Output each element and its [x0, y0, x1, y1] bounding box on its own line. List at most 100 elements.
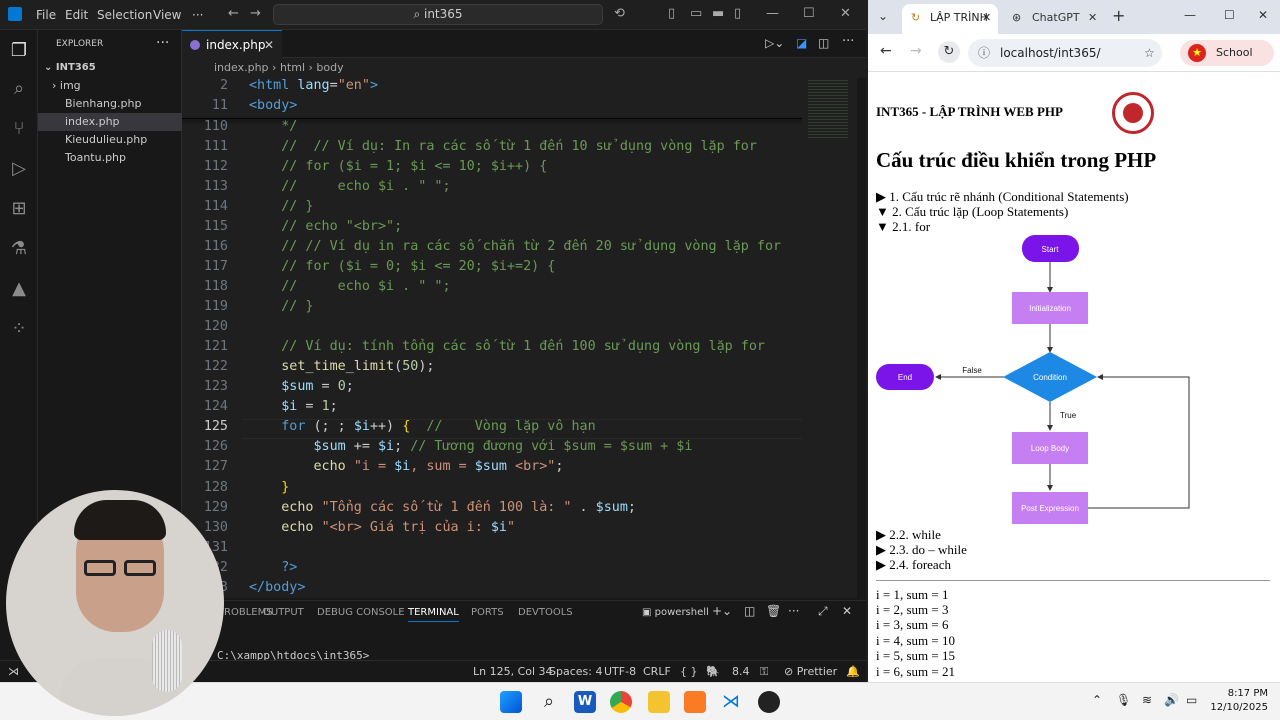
code-line[interactable]: // echo "<br>";	[249, 219, 402, 234]
extensions-icon[interactable]: ⊞	[8, 198, 30, 219]
key-icon[interactable]: ⚿	[760, 665, 768, 679]
line-ending[interactable]: CRLF	[643, 665, 671, 678]
code-line[interactable]: $sum = 0;	[249, 379, 354, 394]
tab-close-icon[interactable]: ✕	[264, 31, 274, 59]
code-line[interactable]: set_time_limit(50);	[249, 359, 434, 374]
split-editor-icon[interactable]: ◫	[818, 36, 829, 50]
close-panel-icon[interactable]: ✕	[842, 604, 852, 618]
show-hidden-icons-icon[interactable]: ⌃	[1092, 693, 1102, 707]
panel-tab-output[interactable]: OUTPUT	[263, 607, 304, 618]
tab-close-icon[interactable]: ✕	[1088, 4, 1097, 32]
tab-index-php[interactable]: index.php ✕	[182, 30, 282, 59]
code-line[interactable]: // echo $i . " ";	[249, 179, 450, 194]
menu-selection[interactable]: Selection	[97, 8, 152, 22]
minimap[interactable]	[802, 78, 857, 598]
encoding[interactable]: UTF-8	[604, 665, 636, 678]
address-bar[interactable]: ⓘ localhost/int365/ ☆	[968, 39, 1162, 67]
search-activity-icon[interactable]: ⌕	[8, 78, 30, 99]
code-editor[interactable]: 2 <html lang="en"> 11 <body> 110 */ 111 // //…	[182, 78, 802, 598]
project-folder[interactable]: ⌄ INT365	[38, 59, 182, 77]
file-explorer-icon[interactable]	[648, 691, 670, 713]
reload-icon[interactable]: ↻	[938, 41, 960, 63]
site-info-icon[interactable]: ⓘ	[978, 39, 990, 67]
more-views-icon[interactable]: ⁘	[8, 318, 30, 339]
panel-tab-devtools[interactable]: DEVTOOLS	[518, 607, 573, 618]
tree-item-bienhang[interactable]: Bienhang.php	[38, 95, 182, 113]
run-debug-icon[interactable]: ▷	[8, 158, 30, 179]
terminal-selector[interactable]: ▣ powershell	[642, 607, 709, 618]
notifications-icon[interactable]: 🔔	[846, 665, 860, 678]
testing-icon[interactable]: ⚗	[8, 238, 30, 259]
tab-chatgpt[interactable]: ⊛ ChatGPT ✕	[1008, 4, 1104, 32]
split-terminal-icon[interactable]: ◫	[744, 604, 755, 618]
menu-edit[interactable]: Edit	[65, 8, 88, 22]
forward-icon[interactable]: →	[910, 43, 922, 59]
minimize-icon[interactable]: —	[1184, 8, 1196, 22]
code-line[interactable]: // for ($i = 1; $i <= 10; $i++) {	[249, 159, 547, 174]
minimize-icon[interactable]: —	[766, 6, 779, 21]
prettier-status[interactable]: ⊘ Prettier	[784, 665, 837, 678]
tree-item-img[interactable]: › img	[38, 77, 182, 95]
toggle-sidebar-icon[interactable]: ▭	[690, 6, 702, 21]
details-loop[interactable]: ▼ 2. Cấu trúc lặp (Loop Statements)	[876, 204, 1068, 220]
new-terminal-icon[interactable]: +⌄	[712, 604, 732, 618]
code-line[interactable]: // for ($i = 0; $i <= 20; $i+=2) {	[249, 259, 555, 274]
wifi-icon[interactable]: ≋	[1142, 693, 1152, 707]
code-line[interactable]: $i = 1;	[249, 399, 337, 414]
details-while[interactable]: ▶ 2.2. while	[876, 527, 941, 543]
code-line[interactable]: }	[249, 480, 289, 495]
new-tab-icon[interactable]: +	[1112, 6, 1125, 25]
details-conditional[interactable]: ▶ 1. Cấu trúc rẽ nhánh (Conditional Stat…	[876, 189, 1129, 205]
layout-icon[interactable]: ▯	[668, 6, 675, 21]
code-line[interactable]: echo "<br> Giá trị của i: $i"	[249, 520, 515, 535]
xampp-icon[interactable]	[684, 691, 706, 713]
forward-arrow-icon[interactable]: →	[250, 6, 261, 21]
bookmark-star-icon[interactable]: ☆	[1144, 39, 1155, 67]
menu-view[interactable]: View	[153, 8, 181, 22]
breadcrumb-file[interactable]: index.php	[214, 61, 269, 74]
code-line[interactable]: // // Ví dụ: In ra các số từ 1 đến 10 sử…	[249, 139, 757, 154]
tree-item-kieudulieu[interactable]: Kieudulieu.php	[38, 131, 182, 149]
sticky-code-line[interactable]: <body>	[249, 98, 297, 113]
maximize-panel-icon[interactable]: ⤢	[818, 604, 828, 619]
tab-search-icon[interactable]: ⌄	[878, 9, 888, 23]
maximize-icon[interactable]: ☐	[803, 6, 815, 21]
panel-tab-terminal[interactable]: TERMINAL	[408, 607, 459, 622]
vscode-taskbar-icon[interactable]: ⋊	[720, 691, 742, 713]
sticky-code-line[interactable]: <html lang="en">	[249, 78, 378, 93]
details-do-while[interactable]: ▶ 2.3. do – while	[876, 542, 967, 558]
battery-icon[interactable]: ▭	[1186, 693, 1197, 707]
breadcrumb-html[interactable]: html	[280, 61, 305, 74]
clock[interactable]: 8:17 PM 12/10/2025	[1208, 687, 1268, 715]
menu-more[interactable]: ···	[192, 8, 203, 22]
close-icon[interactable]: ✕	[840, 6, 851, 21]
code-line[interactable]: </body>	[249, 580, 305, 595]
panel-tab-ports[interactable]: PORTS	[471, 607, 504, 618]
close-icon[interactable]: ✕	[1258, 8, 1268, 22]
language-mode[interactable]: { }	[680, 665, 698, 678]
code-line[interactable]: // echo $i . " ";	[249, 279, 450, 294]
toggle-secondary-sidebar-icon[interactable]: ▯	[734, 6, 741, 21]
search-icon[interactable]: ⌕	[538, 691, 560, 713]
details-foreach[interactable]: ▶ 2.4. foreach	[876, 557, 951, 573]
code-line[interactable]: echo "Tổng các số từ 1 đến 100 là: " . $…	[249, 500, 636, 515]
remote-icon[interactable]: ▲	[8, 278, 30, 299]
microphone-icon[interactable]: 🎙	[1116, 693, 1131, 707]
copilot-icon[interactable]: ⟲	[614, 6, 625, 21]
panel-more-icon[interactable]: ···	[788, 604, 799, 618]
chrome-icon[interactable]	[610, 691, 632, 713]
explorer-menu-icon[interactable]: ···	[156, 35, 169, 51]
trash-icon[interactable]: 🗑	[766, 604, 781, 618]
start-icon[interactable]	[500, 691, 522, 713]
indentation[interactable]: Spaces: 4	[549, 665, 602, 678]
code-line[interactable]: // }	[249, 199, 313, 214]
remote-indicator-icon[interactable]: ⋊	[8, 665, 19, 678]
run-icon[interactable]: ▷⌄	[765, 36, 784, 50]
back-arrow-icon[interactable]: ←	[228, 6, 239, 21]
cursor-position[interactable]: Ln 125, Col 34	[473, 665, 553, 678]
maximize-icon[interactable]: ☐	[1224, 8, 1235, 22]
source-control-icon[interactable]: ⑂	[8, 118, 30, 139]
profile-button[interactable]: ★ School	[1180, 40, 1274, 66]
volume-icon[interactable]: 🔊	[1164, 693, 1179, 707]
back-icon[interactable]: ←	[880, 43, 892, 59]
